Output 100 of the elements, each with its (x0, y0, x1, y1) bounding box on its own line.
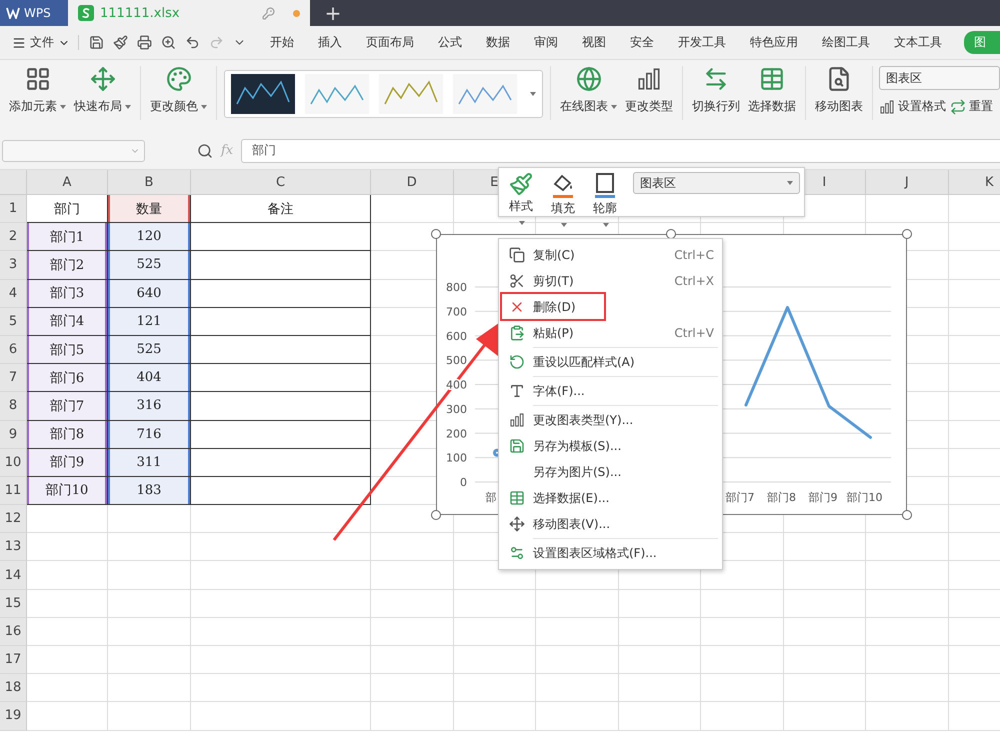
row-header[interactable]: 9 (0, 420, 27, 449)
row-header[interactable]: 11 (0, 476, 27, 506)
format-painter-icon[interactable] (113, 35, 128, 50)
toolbar-button[interactable]: 轮廓 (586, 172, 623, 231)
menu-tab[interactable]: 数据 (474, 30, 522, 55)
row-header[interactable]: 7 (0, 364, 27, 392)
menu-item[interactable]: 移动图表(V)... (499, 511, 722, 537)
row-header[interactable]: 16 (0, 618, 27, 646)
menu-tab[interactable]: 文本工具 (882, 30, 954, 55)
save-icon[interactable] (89, 35, 104, 50)
axis-label: 部门8 (767, 491, 796, 504)
table-cell: 部门6 (27, 364, 108, 392)
menu-item[interactable]: 字体(F)... (499, 378, 722, 404)
ribbon-button[interactable]: 重置 (950, 98, 993, 115)
menu-item[interactable]: 另存为模板(S)... (499, 433, 722, 459)
ribbon-button[interactable]: 更改颜色 (148, 66, 209, 115)
row-header[interactable]: 4 (0, 280, 27, 308)
menu-tab[interactable]: 公式 (426, 30, 474, 55)
brush-icon (508, 172, 533, 196)
ribbon-button[interactable]: 添加元素 (7, 66, 68, 115)
element-select[interactable]: 图表区 (632, 172, 800, 194)
app-tab[interactable]: WPS (0, 0, 68, 26)
logo-icon (6, 7, 20, 19)
menu-item[interactable]: 重设以匹配样式(A) (499, 349, 722, 375)
gallery-scroll-icon[interactable] (530, 92, 536, 96)
font-icon (509, 383, 525, 399)
formula-input[interactable]: 部门 (241, 138, 1000, 162)
column-header[interactable]: A (27, 170, 108, 195)
undo-icon[interactable] (185, 35, 200, 50)
move-icon (509, 516, 525, 532)
column-header[interactable]: C (191, 170, 371, 195)
chart-style-thumbnail[interactable] (305, 74, 369, 114)
resize-handle[interactable] (902, 229, 912, 239)
row-header[interactable]: 6 (0, 336, 27, 364)
menu-item[interactable]: 剪切(T) Ctrl+X (499, 268, 722, 294)
row-header[interactable]: 8 (0, 392, 27, 420)
chart-style-thumbnail[interactable] (231, 74, 295, 114)
toolbar-button[interactable]: 填充 (544, 172, 581, 231)
table-cell: 640 (108, 280, 191, 308)
menu-tab[interactable]: 视图 (570, 30, 618, 55)
table-cell: 数量 (108, 195, 191, 224)
menu-item[interactable]: 更改图表类型(Y)... (499, 407, 722, 433)
menu-item[interactable]: 复制(C) Ctrl+C (499, 242, 722, 268)
row-header[interactable]: 19 (0, 702, 27, 731)
menu-tab[interactable]: 开始 (258, 30, 306, 55)
element-select[interactable]: 图表区 (879, 66, 1000, 90)
table-cell: 部门 (27, 195, 108, 224)
axis-label: 500 (446, 354, 467, 368)
axis-label: 700 (446, 305, 467, 318)
row-header[interactable]: 10 (0, 448, 27, 477)
table-cell: 716 (108, 420, 191, 449)
axis-label: 800 (446, 281, 467, 294)
column-header[interactable]: J (866, 170, 948, 195)
resize-handle[interactable] (431, 229, 441, 239)
chart-style-thumbnail[interactable] (453, 74, 517, 114)
row-header[interactable]: 2 (0, 223, 27, 252)
resize-handle[interactable] (431, 510, 441, 520)
ribbon-button[interactable]: 快速布局 (72, 66, 133, 115)
menu-item[interactable]: 删除(D) (499, 294, 722, 320)
menu-item[interactable]: 另存为图片(S)... (499, 459, 722, 485)
menu-tab[interactable]: 安全 (618, 30, 666, 55)
table-cell: 525 (108, 251, 191, 280)
table-cell: 部门8 (27, 420, 108, 449)
table-cell: 部门2 (27, 251, 108, 280)
row-header[interactable]: 13 (0, 533, 27, 562)
ribbon-button[interactable]: 在线图表 (558, 66, 619, 115)
column-header[interactable]: K (948, 170, 1000, 195)
menu-tab[interactable]: 开发工具 (666, 30, 738, 55)
ribbon-button[interactable]: 切换行列 (690, 66, 742, 115)
ribbon-button[interactable]: 设置格式 (879, 98, 946, 115)
menu-tab[interactable]: 绘图工具 (810, 30, 882, 55)
resize-handle[interactable] (902, 510, 912, 520)
menu-item[interactable]: 选择数据(E)... (499, 485, 722, 511)
menu-tab[interactable]: 特色应用 (738, 30, 810, 55)
row-header[interactable]: 5 (0, 308, 27, 336)
row-header[interactable]: 3 (0, 251, 27, 280)
print-preview-icon[interactable] (161, 35, 176, 50)
chart-style-thumbnail[interactable] (379, 74, 443, 114)
print-icon[interactable] (137, 35, 152, 50)
menu-item[interactable]: 粘贴(P) Ctrl+V (499, 320, 722, 346)
menu-tab[interactable]: 插入 (306, 30, 354, 55)
row-header[interactable]: 12 (0, 505, 27, 534)
new-tab-button[interactable]: + (310, 0, 356, 26)
menu-tab[interactable]: 页面布局 (354, 30, 426, 55)
row-header[interactable]: 14 (0, 561, 27, 590)
row-header[interactable]: 1 (0, 195, 27, 224)
ribbon-button[interactable]: 更改类型 (623, 66, 675, 115)
row-header[interactable]: 15 (0, 590, 27, 618)
menu-tab[interactable]: 审阅 (522, 30, 570, 55)
column-header[interactable]: B (108, 170, 191, 195)
menu-item[interactable]: 设置图表区域格式(F)... (499, 540, 722, 566)
column-header[interactable]: D (371, 170, 454, 195)
row-header[interactable]: 18 (0, 674, 27, 702)
ribbon-button[interactable]: 选择数据 (746, 66, 798, 115)
ribbon-button[interactable]: 移动图表 (813, 66, 865, 115)
row-header[interactable]: 17 (0, 646, 27, 674)
search-icon[interactable] (197, 142, 213, 158)
table-cell: 404 (108, 364, 191, 392)
file-menu[interactable]: 文件 (8, 34, 74, 51)
table-cell: 部门5 (27, 336, 108, 364)
